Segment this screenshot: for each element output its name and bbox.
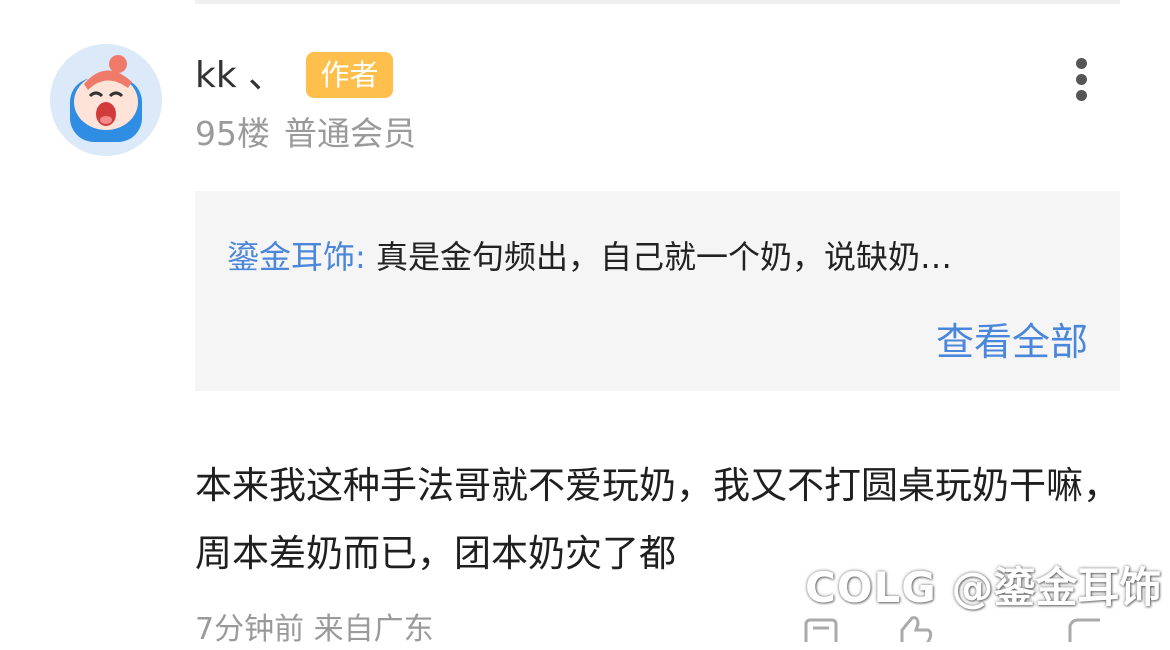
quote-author[interactable]: 鎏金耳饰: [227,238,366,276]
top-divider [195,0,1120,4]
share-icon[interactable] [1068,618,1100,646]
watermark-logo: COLG [805,563,937,612]
action-icons [804,616,1100,648]
username[interactable]: kk 、 [195,52,284,100]
member-level: 普通会员 [284,114,416,153]
thumbs-up-icon[interactable] [900,616,933,648]
more-vertical-icon-dot [1076,74,1087,85]
avatar-illustration-icon [50,44,162,156]
floor-meta: 95楼 普通会员 [195,110,416,158]
view-all-link[interactable]: 查看全部 [936,315,1088,369]
quote-text: 真是金句频出，自己就一个奶，说缺奶… [375,238,952,276]
watermark-handle: @鎏金耳饰 [951,563,1162,612]
avatar[interactable] [50,44,162,156]
watermark: COLG @鎏金耳饰 [805,560,1161,616]
comment-time-location: 7分钟前 来自广东 [195,612,434,647]
comment-actions [800,612,1120,648]
reply-icon[interactable] [804,618,838,648]
quote-box[interactable]: 鎏金耳饰: 真是金句频出，自己就一个奶，说缺奶… 查看全部 [195,191,1120,391]
author-badge: 作者 [306,52,393,98]
more-vertical-icon [1076,58,1087,69]
quote-line: 鎏金耳饰: 真是金句频出，自己就一个奶，说缺奶… [227,231,952,283]
floor-number: 95楼 [195,114,270,153]
more-options-button[interactable] [1060,56,1104,104]
more-vertical-icon-dot [1076,90,1087,101]
